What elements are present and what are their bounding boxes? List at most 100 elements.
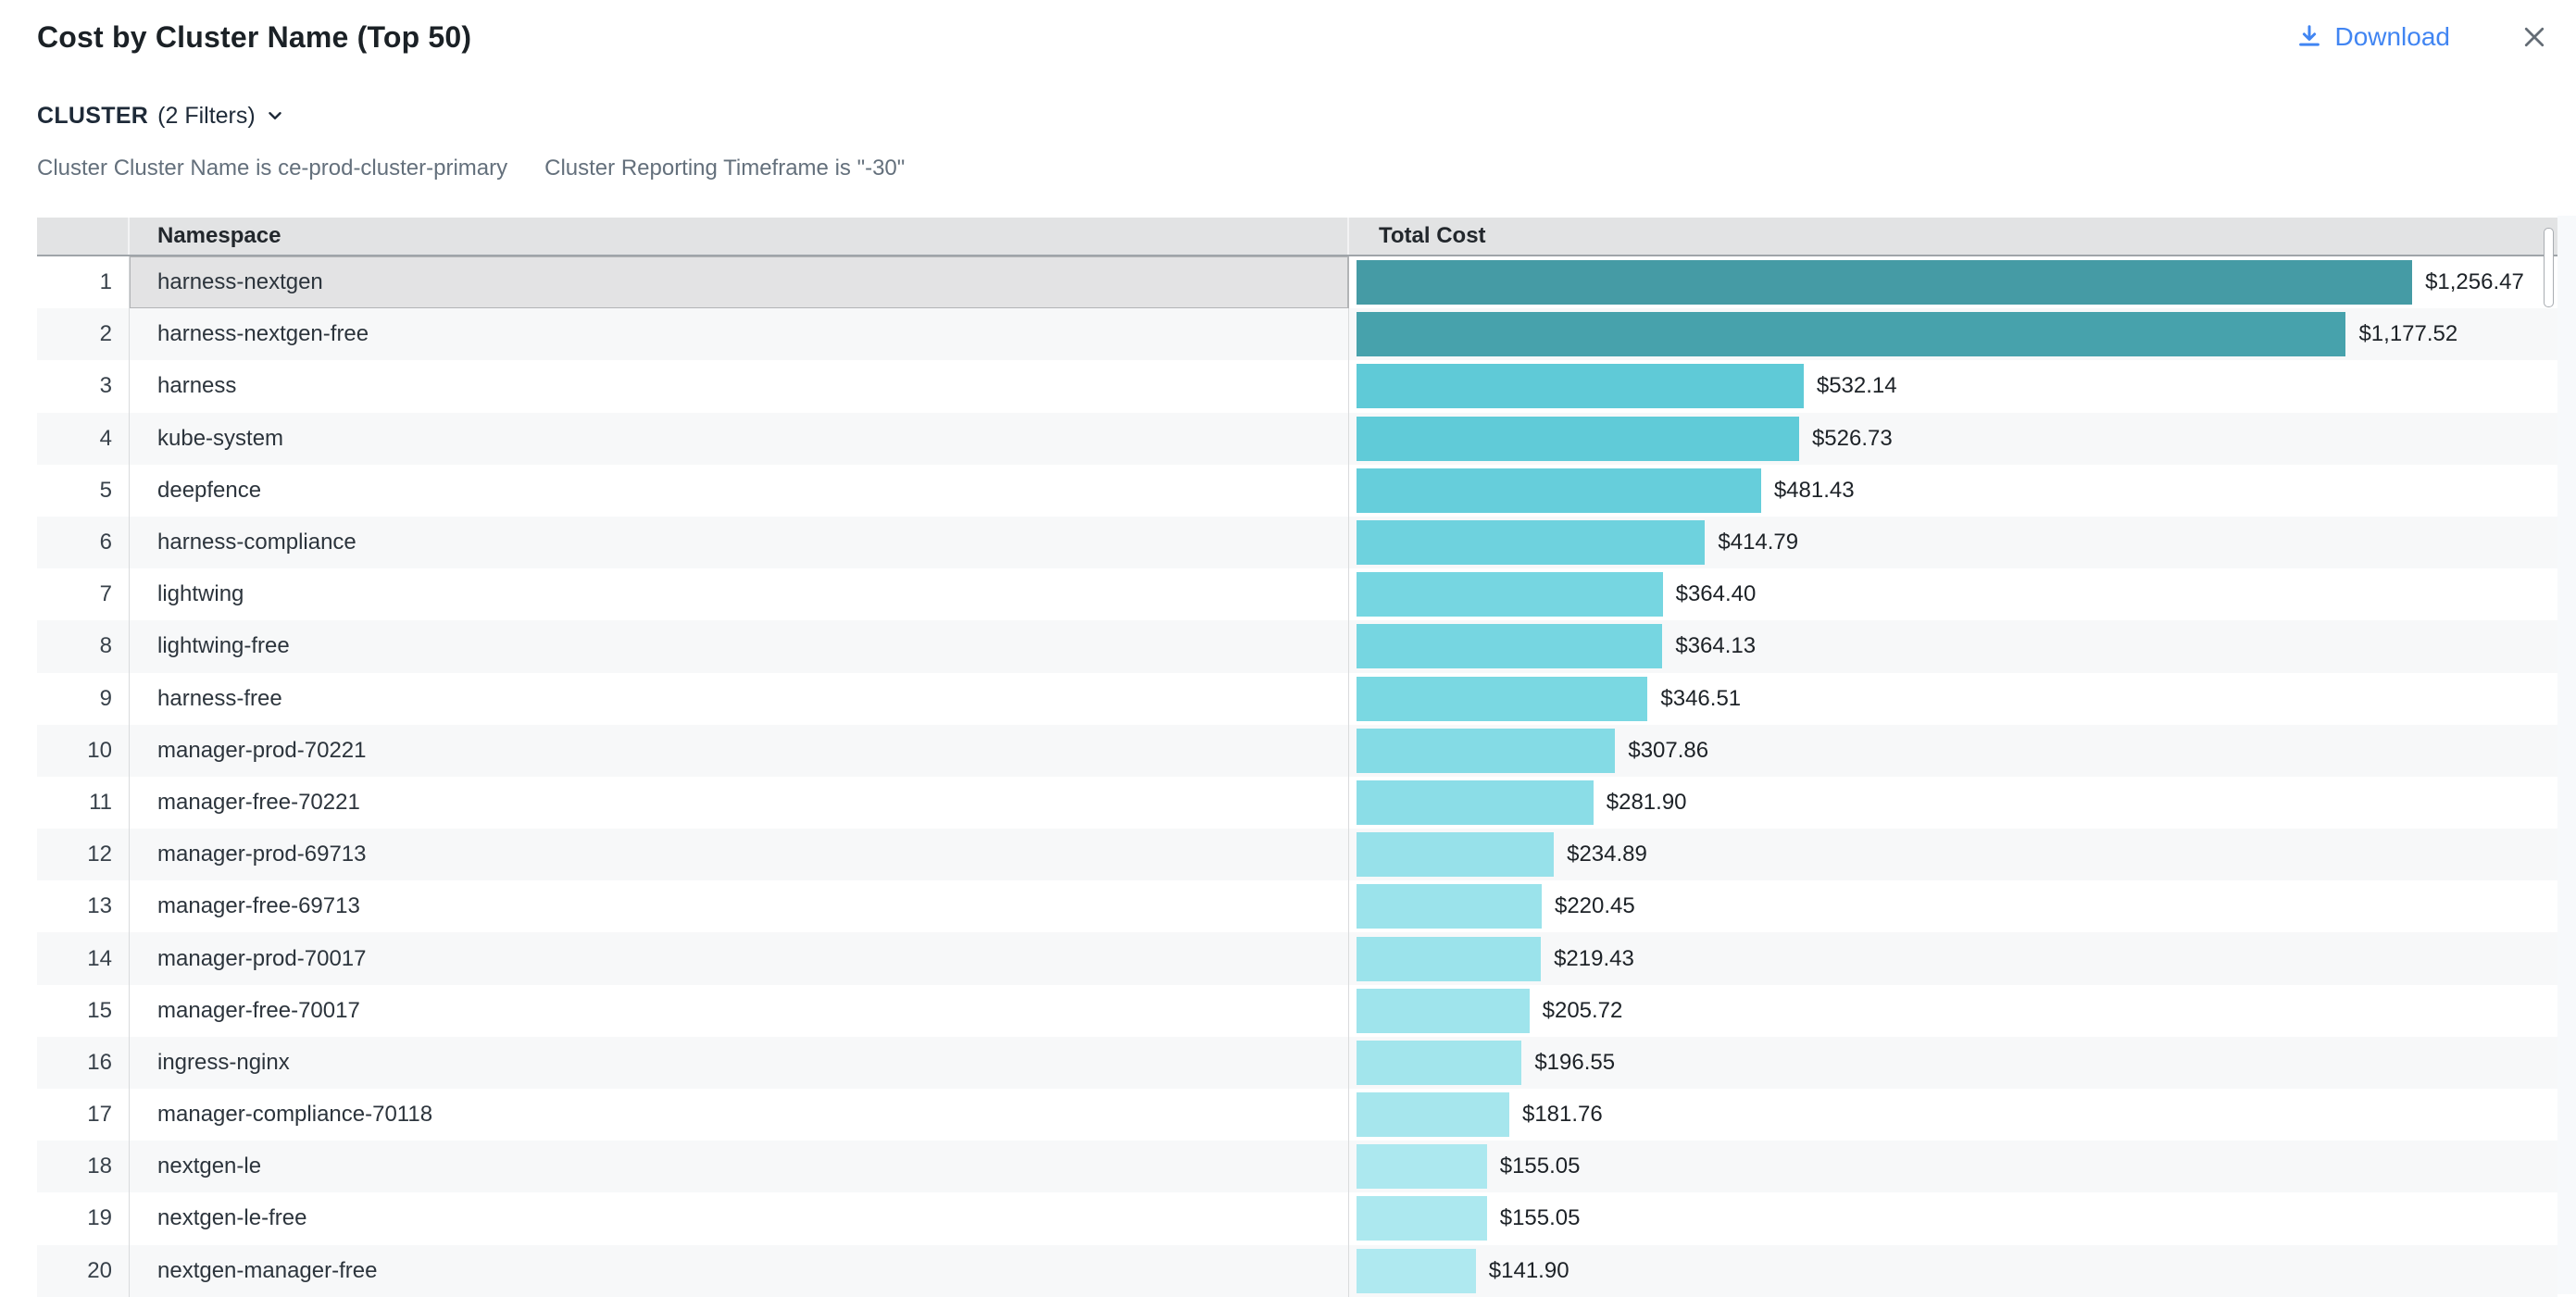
table-header-row: Namespace Total Cost [37, 218, 2557, 256]
total-cost-cell: $196.55 [1349, 1037, 2557, 1089]
vertical-scrollbar-thumb[interactable] [2544, 228, 2554, 307]
cost-value: $414.79 [1718, 530, 1798, 555]
table-row[interactable]: 13 manager-free-69713 $220.45 [37, 880, 2557, 932]
cost-bar [1357, 677, 1647, 721]
cluster-filters-toggle[interactable]: CLUSTER (2 Filters) [37, 102, 285, 130]
namespace-cell[interactable]: manager-free-69713 [130, 880, 1349, 932]
download-button[interactable]: Download [2295, 22, 2450, 52]
applied-filters: Cluster Cluster Name is ce-prod-cluster-… [37, 156, 2576, 181]
row-rank: 7 [37, 568, 130, 620]
row-rank: 17 [37, 1089, 130, 1141]
total-cost-cell: $414.79 [1349, 517, 2557, 568]
table-row[interactable]: 19 nextgen-le-free $155.05 [37, 1192, 2557, 1244]
table-row[interactable]: 8 lightwing-free $364.13 [37, 620, 2557, 672]
cost-bar [1357, 989, 1530, 1033]
total-cost-cell: $155.05 [1349, 1141, 2557, 1192]
cost-value: $307.86 [1628, 738, 1708, 764]
total-cost-cell: $234.89 [1349, 829, 2557, 880]
cost-value: $219.43 [1554, 946, 1634, 972]
column-header-namespace[interactable]: Namespace [130, 218, 1349, 255]
table-row[interactable]: 20 nextgen-manager-free $141.90 [37, 1245, 2557, 1297]
namespace-cell[interactable]: harness-nextgen-free [130, 308, 1349, 360]
cost-value: $155.05 [1500, 1205, 1581, 1231]
header-actions: Download [2295, 21, 2550, 53]
total-cost-cell: $181.76 [1349, 1089, 2557, 1141]
table-row[interactable]: 6 harness-compliance $414.79 [37, 517, 2557, 568]
table-row[interactable]: 16 ingress-nginx $196.55 [37, 1037, 2557, 1089]
cost-bar [1357, 1092, 1509, 1137]
namespace-cell[interactable]: manager-compliance-70118 [130, 1089, 1349, 1141]
namespace-cell[interactable]: manager-prod-70221 [130, 725, 1349, 777]
download-icon [2295, 23, 2323, 51]
namespace-cell[interactable]: harness-nextgen [130, 256, 1349, 308]
panel-header: Cost by Cluster Name (Top 50) Download [0, 0, 2576, 56]
namespace-cell[interactable]: lightwing-free [130, 620, 1349, 672]
row-rank: 14 [37, 932, 130, 984]
cost-bar [1357, 1041, 1521, 1085]
row-rank: 20 [37, 1245, 130, 1297]
table-row[interactable]: 14 manager-prod-70017 $219.43 [37, 932, 2557, 984]
close-button[interactable] [2519, 21, 2550, 53]
chevron-down-icon [265, 106, 285, 126]
page-title: Cost by Cluster Name (Top 50) [37, 19, 2295, 56]
table-row[interactable]: 2 harness-nextgen-free $1,177.52 [37, 308, 2557, 360]
namespace-cell[interactable]: lightwing [130, 568, 1349, 620]
namespace-cell[interactable]: manager-prod-70017 [130, 932, 1349, 984]
table-row[interactable]: 5 deepfence $481.43 [37, 465, 2557, 517]
table-row[interactable]: 4 kube-system $526.73 [37, 413, 2557, 465]
namespace-cell[interactable]: manager-free-70221 [130, 777, 1349, 829]
cost-bar [1357, 937, 1541, 981]
namespace-cell[interactable]: deepfence [130, 465, 1349, 517]
row-rank: 16 [37, 1037, 130, 1089]
namespace-cell[interactable]: manager-prod-69713 [130, 829, 1349, 880]
cost-value: $481.43 [1774, 478, 1855, 504]
applied-filter-cluster-name: Cluster Cluster Name is ce-prod-cluster-… [37, 156, 507, 181]
cost-bar [1357, 832, 1554, 877]
scrollbar-gutter [2557, 216, 2576, 1294]
row-rank: 19 [37, 1192, 130, 1244]
close-icon [2520, 23, 2548, 51]
table-row[interactable]: 1 harness-nextgen $1,256.47 [37, 256, 2557, 308]
namespace-cell[interactable]: manager-free-70017 [130, 985, 1349, 1037]
table-row[interactable]: 3 harness $532.14 [37, 360, 2557, 412]
namespace-cell[interactable]: nextgen-manager-free [130, 1245, 1349, 1297]
column-header-total-cost[interactable]: Total Cost [1349, 218, 2557, 255]
cost-bar [1357, 1249, 1476, 1293]
row-rank: 5 [37, 465, 130, 517]
table-body: 1 harness-nextgen $1,256.47 2 harness-ne… [37, 256, 2557, 1297]
table-row[interactable]: 12 manager-prod-69713 $234.89 [37, 829, 2557, 880]
total-cost-cell: $346.51 [1349, 673, 2557, 725]
table-row[interactable]: 9 harness-free $346.51 [37, 673, 2557, 725]
row-rank: 8 [37, 620, 130, 672]
namespace-cell[interactable]: nextgen-le-free [130, 1192, 1349, 1244]
row-rank: 2 [37, 308, 130, 360]
total-cost-cell: $141.90 [1349, 1245, 2557, 1297]
namespace-cell[interactable]: harness-free [130, 673, 1349, 725]
table-row[interactable]: 11 manager-free-70221 $281.90 [37, 777, 2557, 829]
total-cost-cell: $1,177.52 [1349, 308, 2557, 360]
table-row[interactable]: 17 manager-compliance-70118 $181.76 [37, 1089, 2557, 1141]
total-cost-cell: $481.43 [1349, 465, 2557, 517]
namespace-cell[interactable]: kube-system [130, 413, 1349, 465]
cost-value: $1,177.52 [2358, 321, 2457, 347]
namespace-cell[interactable]: harness-compliance [130, 517, 1349, 568]
table-row[interactable]: 10 manager-prod-70221 $307.86 [37, 725, 2557, 777]
row-rank: 9 [37, 673, 130, 725]
namespace-cell[interactable]: nextgen-le [130, 1141, 1349, 1192]
total-cost-cell: $205.72 [1349, 985, 2557, 1037]
cost-bar [1357, 1196, 1487, 1241]
table-row[interactable]: 15 manager-free-70017 $205.72 [37, 985, 2557, 1037]
cost-value: $205.72 [1543, 998, 1623, 1024]
filter-group-label: CLUSTER [37, 103, 148, 130]
cost-value: $281.90 [1607, 790, 1687, 816]
table-row[interactable]: 7 lightwing $364.40 [37, 568, 2557, 620]
cost-value: $526.73 [1812, 426, 1893, 452]
total-cost-cell: $281.90 [1349, 777, 2557, 829]
namespace-cell[interactable]: harness [130, 360, 1349, 412]
table-row[interactable]: 18 nextgen-le $155.05 [37, 1141, 2557, 1192]
column-header-rank [37, 218, 130, 255]
download-label: Download [2334, 22, 2450, 52]
row-rank: 4 [37, 413, 130, 465]
namespace-cell[interactable]: ingress-nginx [130, 1037, 1349, 1089]
cost-value: $220.45 [1555, 893, 1635, 919]
